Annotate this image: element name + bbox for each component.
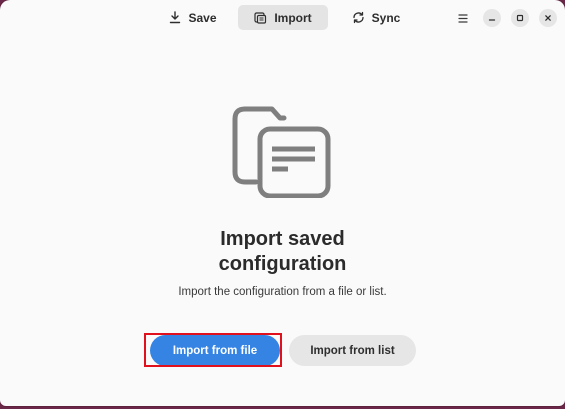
import-from-list-button[interactable]: Import from list xyxy=(289,335,416,366)
menu-icon xyxy=(458,13,468,23)
documents-icon xyxy=(232,106,331,198)
tab-sync[interactable]: Sync xyxy=(344,5,408,30)
import-page: Import saved configuration Import the co… xyxy=(0,34,565,406)
tab-import[interactable]: Import xyxy=(238,5,328,30)
tab-sync-label: Sync xyxy=(371,10,401,25)
close-button[interactable] xyxy=(539,9,557,27)
tab-save[interactable]: Save xyxy=(160,5,226,30)
close-icon xyxy=(545,15,551,21)
page-title-line2: configuration xyxy=(218,253,347,275)
import-icon xyxy=(254,12,267,24)
save-icon xyxy=(170,11,181,24)
page-title-line1: Import saved xyxy=(220,228,345,250)
app-window: Save Import Sync Import saved configurat… xyxy=(0,0,565,406)
sync-icon xyxy=(353,11,364,24)
page-description: Import the configuration from a file or … xyxy=(178,286,387,298)
minimize-button[interactable] xyxy=(483,9,501,27)
header-bar: Save Import Sync xyxy=(0,0,565,34)
maximize-icon xyxy=(516,14,524,22)
maximize-button[interactable] xyxy=(511,9,529,27)
main-menu-button[interactable] xyxy=(454,9,472,27)
import-from-file-button[interactable]: Import from file xyxy=(150,335,280,366)
minimize-icon xyxy=(488,19,496,21)
tab-save-label: Save xyxy=(188,10,217,25)
tab-import-label: Import xyxy=(274,10,312,25)
page-title: Import saved configuration xyxy=(0,227,565,277)
